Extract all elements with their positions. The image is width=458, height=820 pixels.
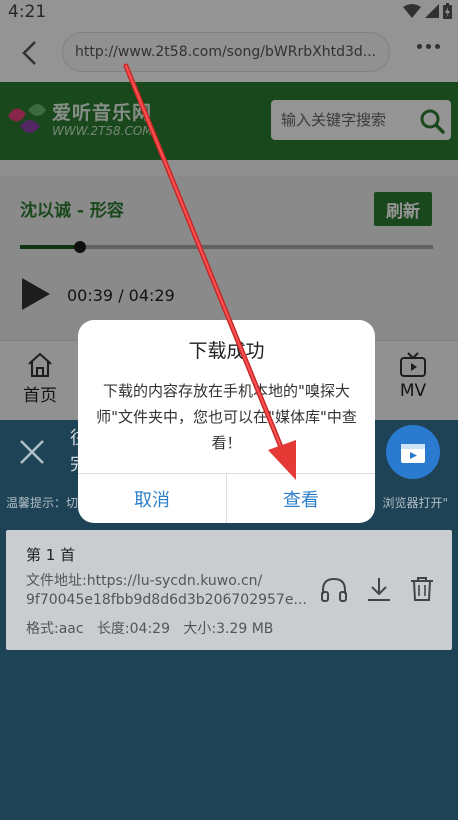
download-file-card: 第 1 首 文件地址:https://lu-sycdn.kuwo.cn/ 9f7… xyxy=(6,530,452,650)
file-actions xyxy=(320,576,434,602)
file-length: 长度:04:29 xyxy=(96,621,170,637)
file-format: 格式:aac xyxy=(26,621,84,637)
tip-text-right: 浏览器打开" xyxy=(382,496,448,510)
dialog-title: 下载成功 xyxy=(188,340,265,362)
tip-middle: 切 xyxy=(66,496,79,510)
file-address: 文件地址:https://lu-sycdn.kuwo.cn/ xyxy=(26,573,263,589)
file-index: 第 1 首 xyxy=(26,546,76,564)
close-icon[interactable] xyxy=(18,438,46,466)
file-size: 大小:3.29 MB xyxy=(183,621,274,637)
download-icon[interactable] xyxy=(366,576,392,602)
tip-label: 温馨提示： xyxy=(6,496,67,510)
view-button[interactable]: 查看 xyxy=(226,474,375,523)
file-meta: 格式:aac 长度:04:29 大小:3.29 MB xyxy=(26,618,273,638)
trash-icon[interactable] xyxy=(410,576,434,602)
download-success-dialog: 下载成功 下载的内容存放在手机本地的"嗅探大师"文件夹中，您也可以在"媒体库"中… xyxy=(78,320,375,523)
video-icon xyxy=(401,444,425,463)
media-library-button[interactable] xyxy=(386,425,440,479)
headphones-icon[interactable] xyxy=(320,576,348,602)
dialog-buttons: 取消 查看 xyxy=(78,473,375,523)
dialog-message: 下载的内容存放在手机本地的"嗅探大师"文件夹中，您也可以在"媒体库"中查看！ xyxy=(96,382,357,452)
cancel-button[interactable]: 取消 xyxy=(78,474,226,523)
file-address-cont: 9f70045e18fbb9d8d6d3b206702957e... xyxy=(26,592,307,608)
